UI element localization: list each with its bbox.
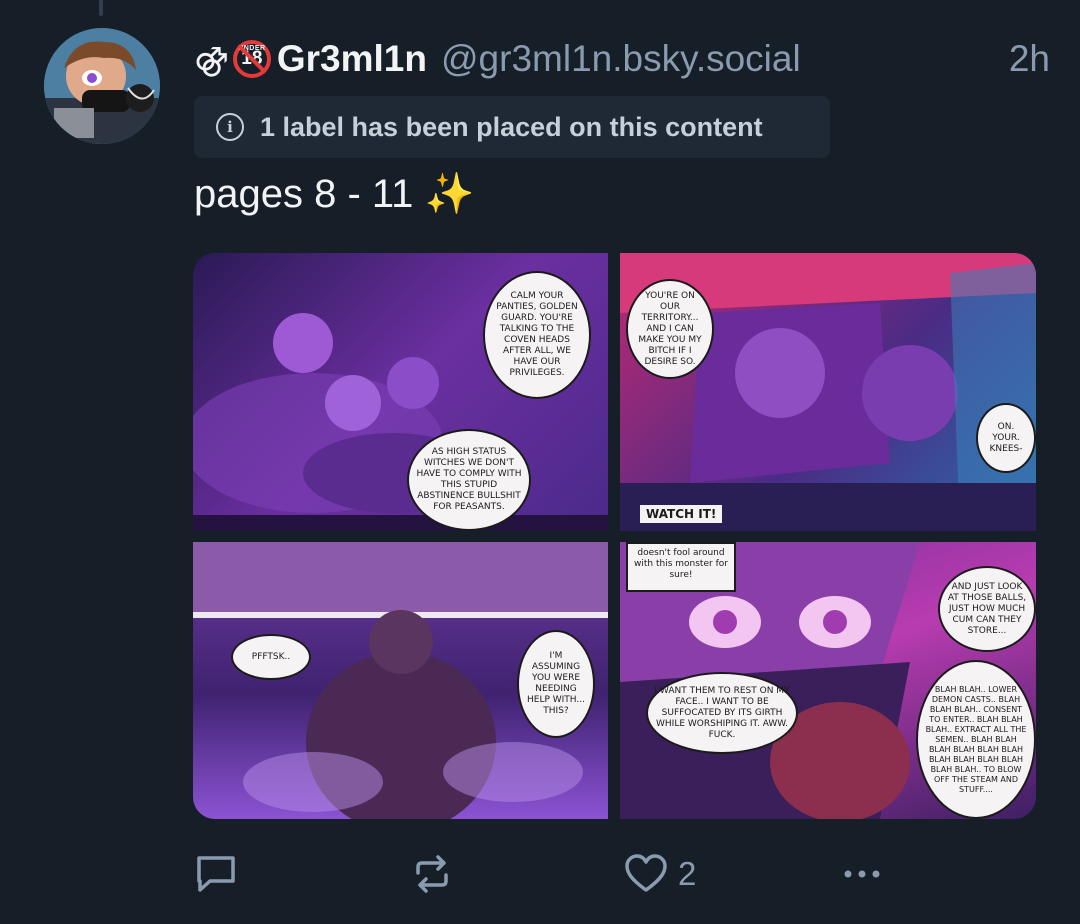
content-label-notice[interactable]: i 1 label has been placed on this conten… (194, 96, 830, 158)
avatar[interactable] (44, 28, 160, 144)
comic-page-8[interactable]: Calm your panties, Golden Guard. You're … (193, 253, 608, 531)
display-name[interactable]: Gr3ml1n (277, 38, 427, 80)
repost-arrows-icon (416, 855, 448, 893)
speech-bubble: PFFTSK.. (231, 634, 311, 680)
sparkles-emoji: ✨ (424, 171, 475, 217)
like-button[interactable]: 2 (624, 848, 696, 900)
post-actions: 2 (194, 848, 894, 900)
comic-page-10[interactable]: PFFTSK.. I'm assuming you were needing h… (193, 542, 608, 819)
comic-page-9[interactable]: You're on our territory... and I can mak… (620, 253, 1036, 531)
post-header: ⚣ UNDER 18 Gr3ml1n @gr3ml1n.bsky.social … (194, 34, 1050, 84)
speech-bubble: And just look at those balls, just how m… (938, 566, 1036, 652)
speech-bubble: Calm your panties, Golden Guard. You're … (483, 271, 591, 399)
reply-bubble-icon (197, 856, 235, 892)
speech-bubble: You're on our territory... and I can mak… (626, 279, 714, 379)
speech-bubble: Blah blah.. LOWER DEMON CASTS.. Blah bla… (916, 660, 1036, 819)
reply-button[interactable] (194, 848, 238, 900)
gender-emoji: ⚣ (194, 40, 229, 78)
caption-box: doesn't fool around with this monster fo… (626, 542, 736, 592)
comic-page-11[interactable]: doesn't fool around with this monster fo… (620, 542, 1036, 819)
heart-icon (625, 854, 667, 892)
under-18-icon: UNDER 18 (232, 40, 271, 78)
speech-bubble: I want them to rest on my face.. I want … (646, 672, 798, 754)
media-grid: Calm your panties, Golden Guard. You're … (193, 253, 1036, 819)
sound-effect: WATCH IT! (640, 505, 723, 523)
thread-connector-line (99, 0, 103, 16)
repost-button[interactable] (410, 848, 454, 900)
avatar-image (44, 28, 160, 144)
speech-bubble: As high status witches we don't have to … (407, 429, 531, 531)
post-timestamp[interactable]: 2h (1009, 38, 1050, 80)
user-handle[interactable]: @gr3ml1n.bsky.social (441, 38, 801, 80)
info-circle-icon: i (216, 113, 244, 141)
like-count: 2 (678, 855, 697, 892)
more-dots-icon (844, 870, 880, 878)
speech-bubble: I'm assuming you were needing help with.… (517, 630, 595, 738)
speech-bubble: On. Your. Knees- (976, 403, 1036, 473)
label-notice-text: 1 label has been placed on this content (260, 111, 763, 142)
more-options-button[interactable] (840, 848, 884, 900)
post-text: pages 8 - 11 ✨ (194, 171, 475, 217)
